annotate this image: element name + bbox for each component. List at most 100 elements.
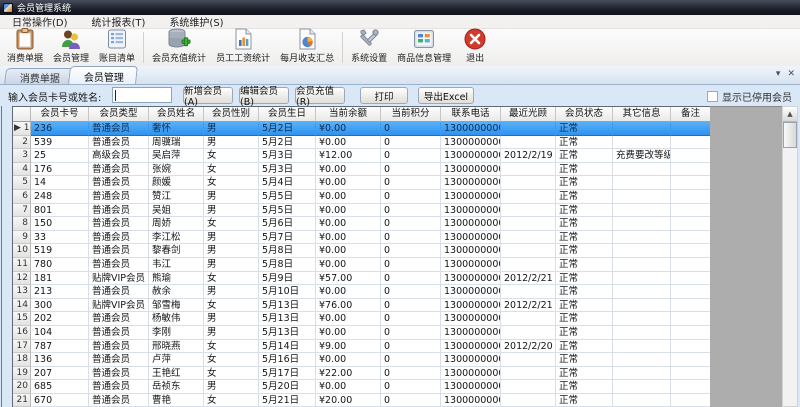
cell-note[interactable] [671,204,710,218]
cell-gender[interactable]: 男 [204,312,259,326]
cell-note[interactable] [671,272,710,286]
cell-note[interactable] [671,367,710,381]
cell-points[interactable]: 0 [381,394,441,407]
cell-card[interactable]: 150 [31,217,89,231]
cell-status[interactable]: 正常 [556,394,613,407]
cell-points[interactable]: 0 [381,353,441,367]
cell-last_visit[interactable]: 2012/2/21 [501,272,556,286]
row-selector[interactable]: 4 [13,163,31,177]
row-selector[interactable]: 6 [13,190,31,204]
cell-gender[interactable]: 男 [204,190,259,204]
row-selector[interactable]: 14 [13,299,31,313]
cell-points[interactable]: 0 [381,272,441,286]
cell-last_visit[interactable]: 2012/2/19 [501,149,556,163]
add-member-button[interactable]: 新增会员(A) [183,87,233,104]
cell-last_visit[interactable] [501,326,556,340]
table-row[interactable]: 514普通会员颜媛女5月4日¥0.00013000000000正常 [13,176,710,190]
cell-other[interactable] [613,217,671,231]
cell-phone[interactable]: 13000000000 [441,136,501,150]
cell-note[interactable] [671,136,710,150]
cell-points[interactable]: 0 [381,136,441,150]
cell-balance[interactable]: ¥0.00 [316,163,381,177]
cell-last_visit[interactable] [501,136,556,150]
cell-balance[interactable]: ¥22.00 [316,367,381,381]
cell-birthday[interactable]: 5月8日 [259,258,316,272]
cell-note[interactable] [671,163,710,177]
column-header-type[interactable]: 会员类型 [89,107,149,122]
cell-birthday[interactable]: 5月7日 [259,231,316,245]
table-row[interactable]: 14300贴牌VIP会员邹雪梅女5月13日¥76.000130000000002… [13,299,710,313]
cell-other[interactable] [613,394,671,407]
cell-balance[interactable]: ¥0.00 [316,122,381,136]
cell-status[interactable]: 正常 [556,149,613,163]
select-all-corner[interactable] [13,107,31,122]
cell-birthday[interactable]: 5月9日 [259,272,316,286]
cell-card[interactable]: 670 [31,394,89,407]
cell-name[interactable]: 赦余 [149,285,204,299]
cell-other[interactable] [613,380,671,394]
cell-last_visit[interactable] [501,367,556,381]
cell-card[interactable]: 685 [31,380,89,394]
cell-balance[interactable]: ¥0.00 [316,326,381,340]
cell-last_visit[interactable] [501,312,556,326]
row-selector[interactable]: ▶ 1 [13,122,31,136]
cell-name[interactable]: 周娇 [149,217,204,231]
scrollbar-thumb[interactable] [783,122,797,148]
table-row[interactable]: 7801普通会员吴姐男5月5日¥0.00013000000000正常 [13,204,710,218]
cell-points[interactable]: 0 [381,122,441,136]
cell-note[interactable] [671,299,710,313]
cell-status[interactable]: 正常 [556,272,613,286]
cell-gender[interactable]: 女 [204,299,259,313]
cell-type[interactable]: 普通会员 [89,394,149,407]
table-row[interactable]: 2539普通会员周骥瑞男5月2日¥0.00013000000000正常 [13,136,710,150]
cell-balance[interactable]: ¥0.00 [316,204,381,218]
cell-phone[interactable]: 13000000000 [441,149,501,163]
row-selector[interactable]: 18 [13,353,31,367]
cell-other[interactable] [613,204,671,218]
cell-card[interactable]: 539 [31,136,89,150]
cell-type[interactable]: 普通会员 [89,367,149,381]
cell-card[interactable]: 236 [31,122,89,136]
cell-name[interactable]: 黎春剑 [149,244,204,258]
row-selector[interactable]: 5 [13,176,31,190]
cell-card[interactable]: 202 [31,312,89,326]
cell-note[interactable] [671,285,710,299]
scroll-up-icon[interactable]: ▲ [783,107,797,122]
cell-last_visit[interactable] [501,353,556,367]
cell-card[interactable]: 25 [31,149,89,163]
cell-status[interactable]: 正常 [556,299,613,313]
cell-note[interactable] [671,326,710,340]
cell-last_visit[interactable] [501,163,556,177]
cell-phone[interactable]: 13000000000 [441,340,501,354]
cell-points[interactable]: 0 [381,312,441,326]
table-row[interactable]: 6248普通会员赞江男5月5日¥0.00013000000000正常 [13,190,710,204]
cell-gender[interactable]: 女 [204,340,259,354]
cell-balance[interactable]: ¥0.00 [316,244,381,258]
cell-phone[interactable]: 13000000000 [441,272,501,286]
cell-balance[interactable]: ¥12.00 [316,149,381,163]
tab-member-management[interactable]: 会员管理 [68,66,138,84]
cell-card[interactable]: 33 [31,231,89,245]
cell-points[interactable]: 0 [381,258,441,272]
cell-other[interactable] [613,312,671,326]
cell-phone[interactable]: 13000000000 [441,285,501,299]
cell-gender[interactable]: 男 [204,244,259,258]
toolbar-product-info[interactable]: 商品信息管理 [392,29,456,66]
cell-points[interactable]: 0 [381,244,441,258]
search-input[interactable] [112,87,172,103]
cell-phone[interactable]: 13000000000 [441,176,501,190]
table-row[interactable]: 325高级会员吴启萍女5月3日¥12.000130000000002012/2/… [13,149,710,163]
row-selector[interactable]: 21 [13,394,31,407]
recharge-member-button[interactable]: 会员充值(R) [295,87,345,104]
cell-type[interactable]: 普通会员 [89,190,149,204]
cell-points[interactable]: 0 [381,204,441,218]
cell-note[interactable] [671,312,710,326]
cell-points[interactable]: 0 [381,340,441,354]
row-selector[interactable]: 16 [13,326,31,340]
row-selector[interactable]: 2 [13,136,31,150]
cell-status[interactable]: 正常 [556,136,613,150]
cell-birthday[interactable]: 5月8日 [259,244,316,258]
cell-card[interactable]: 213 [31,285,89,299]
table-row[interactable]: 10519普通会员黎春剑男5月8日¥0.00013000000000正常 [13,244,710,258]
toolbar-salary-stats[interactable]: 员工工资统计 [211,29,275,66]
